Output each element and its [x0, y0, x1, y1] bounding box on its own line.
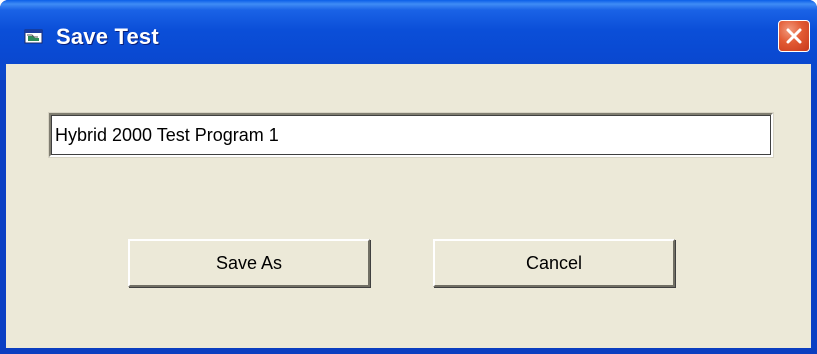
window-title: Save Test	[56, 24, 159, 49]
close-x-icon	[786, 28, 802, 44]
save-test-dialog: Save Test Save As Cancel	[0, 0, 817, 354]
window-bottom-border	[0, 348, 817, 354]
window-app-icon	[24, 29, 44, 45]
test-name-input[interactable]	[51, 115, 771, 155]
dialog-body: Save As Cancel	[6, 64, 811, 348]
save-as-button[interactable]: Save As	[128, 239, 370, 287]
cancel-button[interactable]: Cancel	[433, 239, 675, 287]
close-button[interactable]	[778, 20, 810, 52]
test-name-field-frame	[48, 112, 774, 158]
